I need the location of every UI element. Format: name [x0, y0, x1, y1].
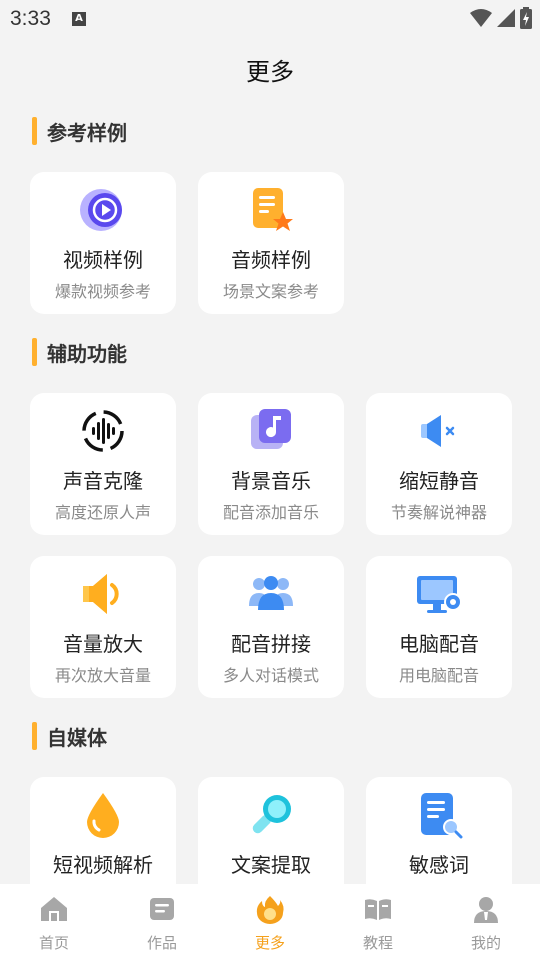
card-title: 配音拼接: [231, 632, 311, 656]
signal-icon: [497, 9, 515, 27]
section-label: 自媒体: [47, 725, 107, 750]
tab-label: 首页: [38, 934, 69, 952]
card-title: 音频样例: [231, 248, 311, 272]
home-icon: [41, 897, 67, 921]
computer-gear-icon: [417, 576, 462, 613]
section-header-reference: 参考样例: [32, 117, 127, 145]
wifi-icon: [470, 9, 492, 27]
card-volume-boost[interactable]: 音量放大 再次放大音量: [30, 556, 176, 698]
card-video-samples[interactable]: 视频样例 爆款视频参考: [30, 172, 176, 314]
card-shorten-silence[interactable]: 缩短静音 节奏解说神器: [366, 393, 512, 535]
tab-label: 更多: [254, 934, 285, 952]
works-icon: [150, 898, 174, 920]
status-bar: 3:33 A: [0, 0, 540, 38]
status-time: 3:33: [10, 7, 51, 30]
card-subtitle: 节奏解说神器: [390, 503, 487, 522]
card-subtitle: 爆款视频参考: [54, 282, 151, 301]
card-background-music[interactable]: 背景音乐 配音添加音乐: [198, 393, 344, 535]
play-circle-icon: [80, 189, 122, 231]
tab-home[interactable]: 首页: [0, 884, 108, 960]
book-icon: [365, 899, 391, 920]
sound-wave-icon: [82, 410, 124, 452]
user-icon: [474, 897, 498, 923]
music-note-icon: [251, 409, 291, 449]
card-title: 短视频解析: [53, 853, 153, 877]
card-title: 敏感词: [409, 853, 469, 877]
card-title: 文案提取: [231, 853, 311, 877]
card-title: 视频样例: [63, 248, 143, 272]
card-title: 音量放大: [63, 632, 143, 656]
flame-icon: [256, 896, 284, 924]
speaker-loud-icon: [83, 574, 119, 614]
card-audio-samples[interactable]: 音频样例 场景文案参考: [198, 172, 344, 314]
section-accent-bar: [32, 338, 37, 366]
section-label: 辅助功能: [47, 341, 127, 366]
tab-label: 我的: [470, 934, 501, 952]
card-title: 背景音乐: [231, 469, 311, 493]
card-title: 缩短静音: [399, 469, 479, 493]
status-icons: [470, 7, 532, 29]
card-subtitle: 再次放大音量: [54, 666, 151, 685]
card-voice-clone[interactable]: 声音克隆 高度还原人声: [30, 393, 176, 535]
tab-label: 教程: [362, 934, 393, 952]
section-accent-bar: [32, 722, 37, 750]
tab-mine[interactable]: 我的: [432, 884, 540, 960]
section-header-media: 自媒体: [32, 722, 107, 750]
speaker-mute-icon: [421, 415, 455, 447]
section-label: 参考样例: [47, 120, 127, 145]
tab-works[interactable]: 作品: [108, 884, 216, 960]
document-search-icon: [421, 793, 463, 839]
card-dubbing-splice[interactable]: 配音拼接 多人对话模式: [198, 556, 344, 698]
card-title: 声音克隆: [63, 469, 143, 493]
card-subtitle: 多人对话模式: [222, 666, 319, 685]
section-header-assist: 辅助功能: [32, 338, 127, 366]
card-subtitle: 用电脑配音: [398, 666, 479, 685]
card-subtitle: 高度还原人声: [54, 503, 151, 522]
card-pc-dubbing[interactable]: 电脑配音 用电脑配音: [366, 556, 512, 698]
card-subtitle: 场景文案参考: [222, 282, 319, 301]
bottom-tab-bar: 首页 作品 更多 教程 我的: [0, 884, 540, 960]
tab-label: 作品: [146, 934, 177, 952]
water-drop-icon: [87, 793, 119, 838]
tab-tutorial[interactable]: 教程: [324, 884, 432, 960]
card-subtitle: 配音添加音乐: [222, 503, 319, 522]
battery-icon: [520, 7, 532, 29]
tab-more[interactable]: 更多: [216, 884, 324, 960]
document-star-icon: [253, 188, 293, 231]
page-title: 更多: [246, 58, 294, 86]
people-group-icon: [249, 576, 293, 610]
magnifier-icon: [252, 795, 291, 834]
notification-badge-icon: A: [72, 12, 86, 26]
card-title: 电脑配音: [399, 632, 479, 656]
section-accent-bar: [32, 117, 37, 145]
